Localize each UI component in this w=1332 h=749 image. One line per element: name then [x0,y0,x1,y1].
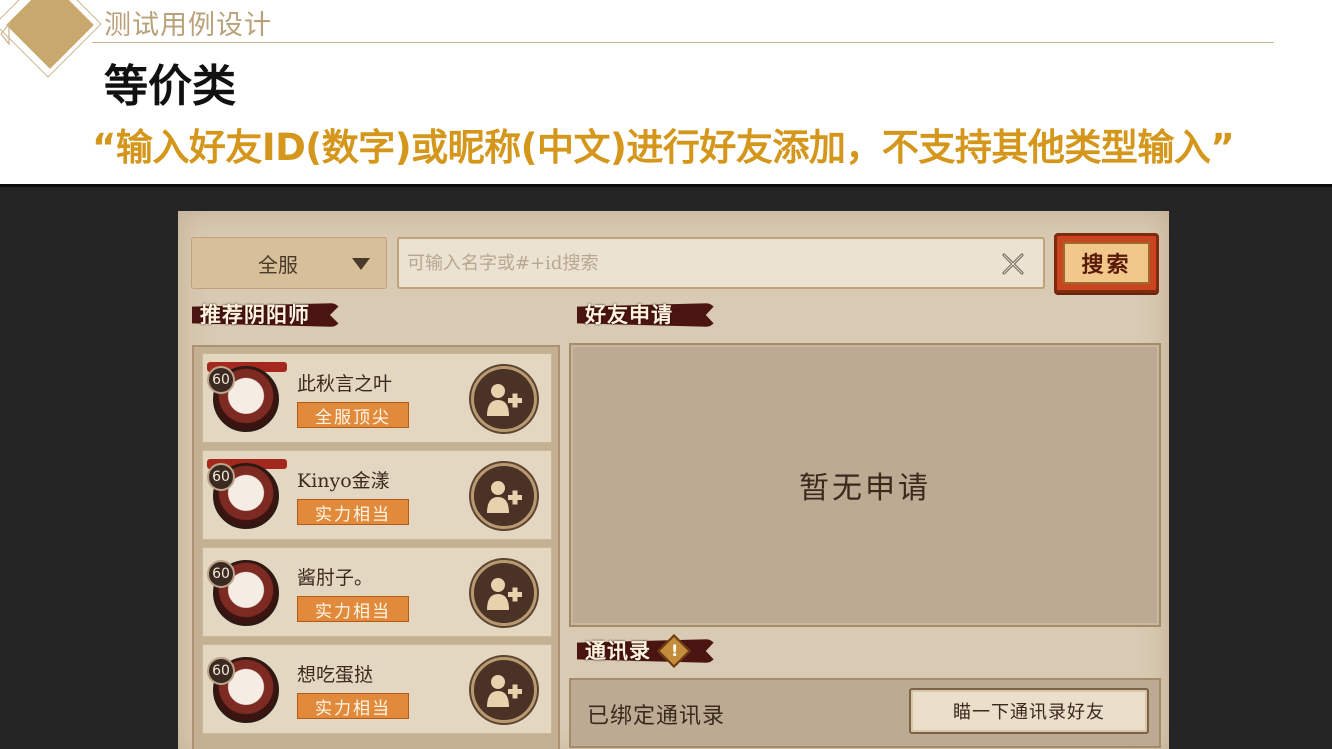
requests-empty-text: 暂无申请 [799,471,931,506]
requests-title: 好友申请 [577,299,717,329]
player-tag: 实力相当 [297,499,409,525]
search-button-label: 搜索 [1063,242,1150,284]
add-friend-button[interactable] [471,463,537,529]
list-item[interactable]: 60 Kinyo金漾 实力相当 [202,450,552,540]
add-friend-icon [487,675,522,707]
list-item[interactable]: 60 想吃蛋挞 实力相当 [202,644,552,734]
list-item[interactable]: 60 酱肘子。 实力相当 [202,547,552,637]
chevron-down-icon [352,258,370,270]
player-name: Kinyo金漾 [297,470,390,492]
player-tag: 全服顶尖 [297,402,409,428]
list-item[interactable]: 60 此秋言之叶 全服顶尖 [202,353,552,443]
search-button[interactable]: 搜索 [1054,233,1159,293]
clear-icon[interactable] [999,250,1027,278]
search-box [397,237,1045,289]
level-badge: 60 [207,657,235,685]
add-friend-button[interactable] [471,366,537,432]
server-select[interactable]: 全服 [191,237,387,289]
recommend-list: 60 此秋言之叶 全服顶尖 60 Kinyo金漾 实力相当 60 酱肘子。 实力… [192,345,560,749]
game-screenshot: 全服 搜索 推荐阴阳师 60 此秋言之叶 全服顶尖 [0,184,1332,749]
contacts-status: 已绑定通讯录 [587,704,726,729]
level-badge: 60 [207,366,235,394]
add-friend-icon [487,481,522,513]
player-name: 此秋言之叶 [297,373,393,395]
level-badge: 60 [207,463,235,491]
player-tag: 实力相当 [297,693,409,719]
section-label: 测试用例设计 [104,10,272,41]
add-friend-icon [487,384,522,416]
requests-box: 暂无申请 [569,343,1161,627]
view-contacts-button[interactable]: 瞄一下通讯录好友 [909,688,1149,734]
slide-subtitle: “输入好友ID(数字)或昵称(中文)进行好友添加，不支持其他类型输入” [92,126,1235,169]
search-input[interactable] [407,252,967,274]
contacts-title: 通讯录 ! [577,634,717,668]
server-select-value: 全服 [258,252,298,277]
warning-mark: ! [671,641,679,660]
friends-panel: 全服 搜索 推荐阴阳师 60 此秋言之叶 全服顶尖 [178,211,1169,749]
header-divider [92,42,1274,43]
add-friend-icon [487,578,522,610]
player-name: 酱肘子。 [297,567,374,589]
add-friend-button[interactable] [471,657,537,723]
player-tag: 实力相当 [297,596,409,622]
level-badge: 60 [207,560,235,588]
contacts-title-text: 通讯录 [585,638,651,663]
contacts-box: 已绑定通讯录 瞄一下通讯录好友 [569,678,1161,748]
recommend-title-text: 推荐阴阳师 [200,302,310,327]
add-friend-button[interactable] [471,560,537,626]
requests-title-text: 好友申请 [585,302,673,327]
player-name: 想吃蛋挞 [297,664,374,686]
slide-title: 等价类 [104,61,236,112]
recommend-title: 推荐阴阳师 [192,299,342,329]
left-arrow-icon [0,22,10,46]
